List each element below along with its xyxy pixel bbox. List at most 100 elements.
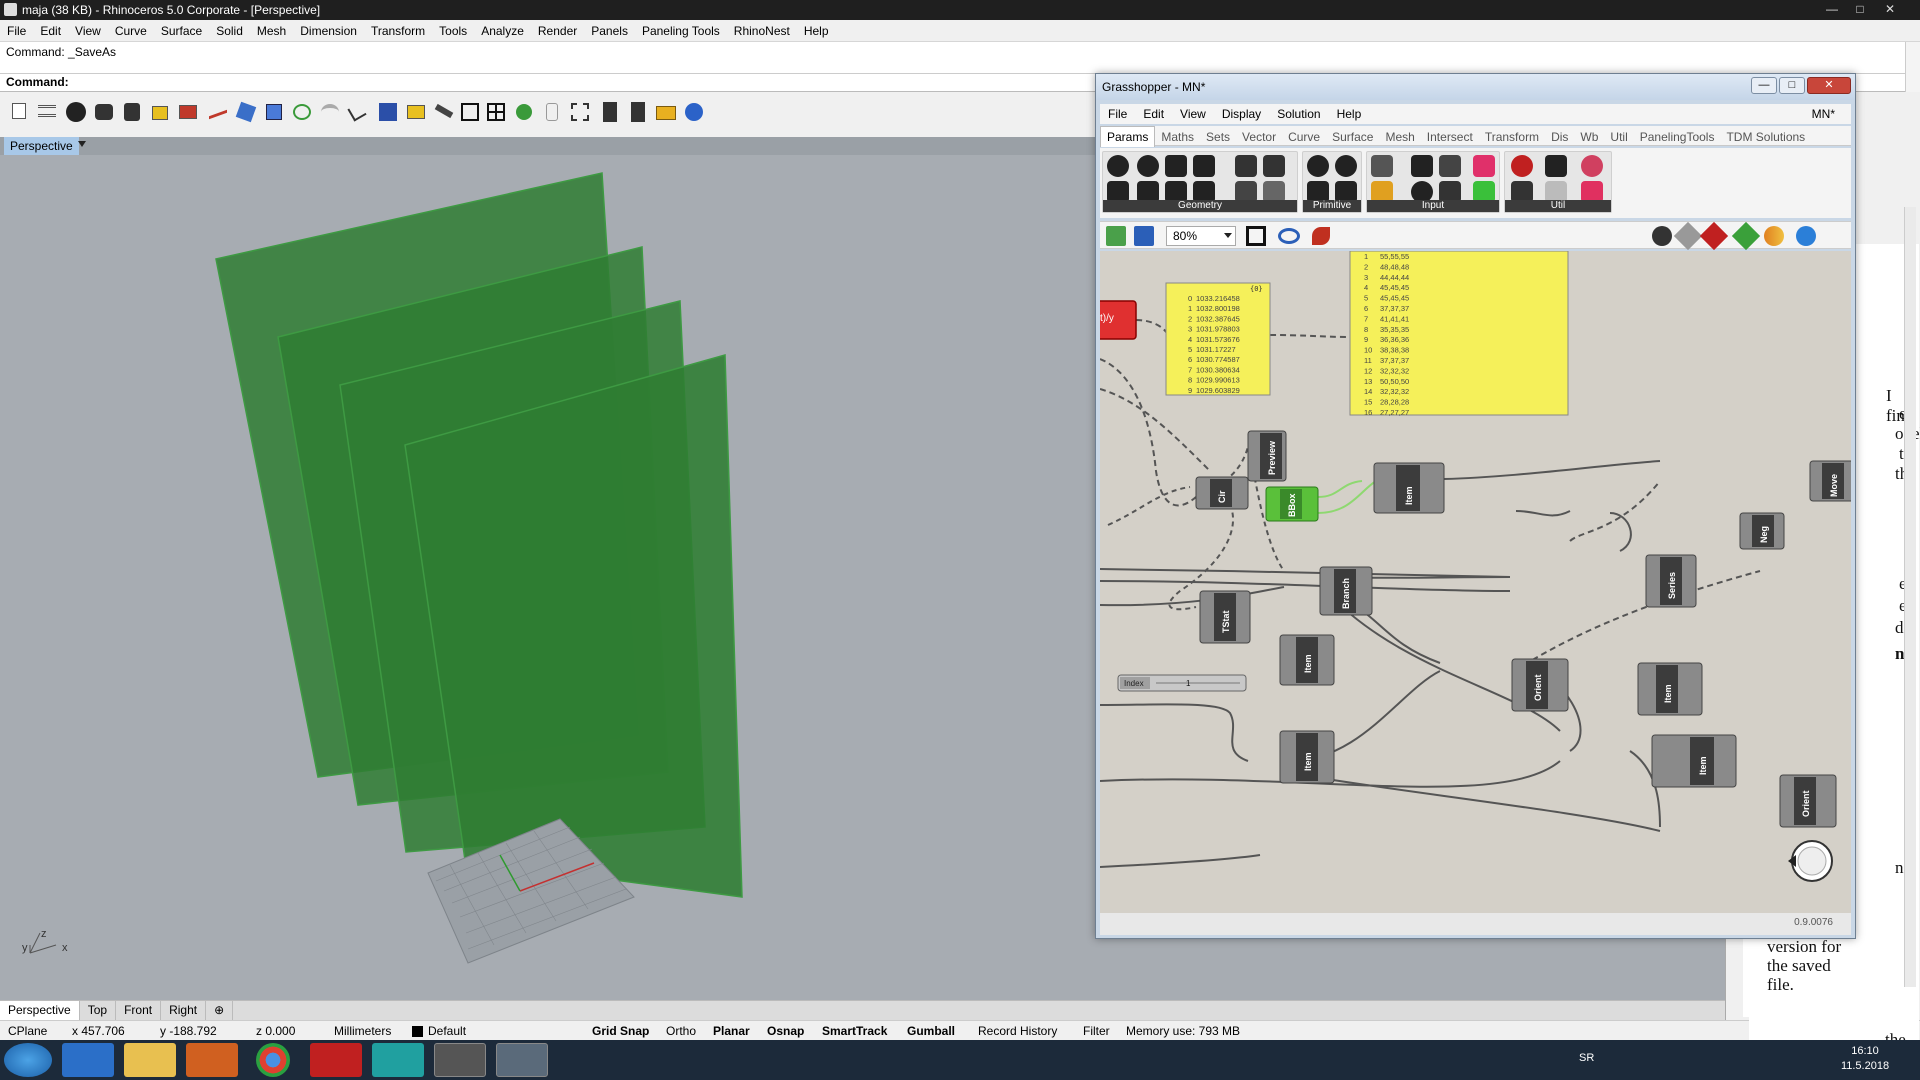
gh-tab-intersect[interactable]: Intersect [1421, 127, 1479, 147]
gh-tab-wb[interactable]: Wb [1574, 127, 1604, 147]
menu-mesh[interactable]: Mesh [250, 20, 293, 42]
selected-preview-icon[interactable] [1731, 221, 1761, 251]
menu-edit[interactable]: Edit [33, 20, 68, 42]
export-hpgl-icon[interactable] [626, 100, 650, 124]
menu-panels[interactable]: Panels [584, 20, 635, 42]
menu-transform[interactable]: Transform [364, 20, 432, 42]
gh-tab-sets[interactable]: Sets [1200, 127, 1236, 147]
pan-icon[interactable] [92, 100, 116, 124]
gh-tab-mesh[interactable]: Mesh [1379, 127, 1420, 147]
new-file-icon[interactable] [8, 100, 32, 124]
project-icon[interactable] [346, 100, 370, 124]
tab-right[interactable]: Right [161, 1001, 207, 1020]
preview-mode-icon[interactable] [1652, 226, 1672, 246]
add-viewport-icon[interactable]: ⊕ [206, 1001, 234, 1020]
toggle-planar[interactable]: Planar [713, 1021, 750, 1041]
toggle-ortho[interactable]: Ortho [666, 1021, 696, 1041]
zoom-chevron-down-icon[interactable] [1224, 233, 1232, 238]
render-icon[interactable] [512, 100, 536, 124]
cherry-icon[interactable] [1511, 155, 1533, 177]
loft-icon[interactable] [290, 100, 314, 124]
open-file-icon[interactable] [1106, 226, 1126, 246]
toggle-grid-snap[interactable]: Grid Snap [592, 1021, 649, 1041]
app-icon[interactable] [372, 1043, 424, 1077]
text-icon[interactable] [540, 100, 564, 124]
gh-tab-params[interactable]: Params [1100, 126, 1156, 147]
gh-menu-file[interactable]: File [1100, 104, 1135, 124]
circle-param-icon[interactable] [1137, 155, 1159, 177]
help-scrollbar[interactable] [1904, 207, 1916, 987]
tray-clock[interactable]: 16:10 11.5.2018 [1835, 1044, 1895, 1074]
sweep-icon[interactable] [318, 100, 342, 124]
menu-solid[interactable]: Solid [209, 20, 250, 42]
zoom-extents-icon[interactable] [1246, 226, 1266, 246]
tab-perspective[interactable]: Perspective [0, 1001, 80, 1020]
toggle-record-history[interactable]: Record History [978, 1021, 1057, 1041]
gh-tab-util[interactable]: Util [1604, 127, 1633, 147]
save-file-icon[interactable] [1134, 226, 1154, 246]
close-button[interactable]: ✕ [1876, 0, 1904, 20]
gh-tab-panelingtools[interactable]: PanelingTools [1634, 127, 1721, 147]
status-cplane[interactable]: CPlane [8, 1021, 47, 1041]
status-units[interactable]: Millimeters [334, 1021, 391, 1041]
export-svg-icon[interactable] [598, 100, 622, 124]
gh-document-name[interactable]: MN* [1804, 104, 1843, 124]
gh-tab-tdm-solutions[interactable]: TDM Solutions [1720, 127, 1811, 147]
menu-render[interactable]: Render [531, 20, 584, 42]
rotate-view-icon[interactable] [64, 100, 88, 124]
layer-icon[interactable] [36, 100, 60, 124]
zoom-extents-icon[interactable] [568, 100, 592, 124]
bounding-box-icon[interactable] [458, 100, 482, 124]
box-icon[interactable] [262, 100, 286, 124]
gh-menu-help[interactable]: Help [1329, 104, 1370, 124]
menu-surface[interactable]: Surface [154, 20, 209, 42]
button-input-icon[interactable] [1411, 155, 1433, 177]
gh-menu-solution[interactable]: Solution [1269, 104, 1328, 124]
gh-minimize-button[interactable]: — [1751, 77, 1777, 94]
integer-param-icon[interactable] [1335, 155, 1357, 177]
chrome-icon[interactable] [256, 1043, 290, 1077]
surface-param-icon[interactable] [1193, 155, 1215, 177]
boolean-param-icon[interactable] [1307, 155, 1329, 177]
boolean-toggle-icon[interactable] [1371, 155, 1393, 177]
tab-top[interactable]: Top [80, 1001, 117, 1020]
field-param-icon[interactable] [1263, 155, 1285, 177]
media-player-icon[interactable] [186, 1043, 238, 1077]
display-sphere-icon[interactable] [1796, 226, 1816, 246]
gh-menu-edit[interactable]: Edit [1135, 104, 1172, 124]
gh-canvas[interactable]: t)/y {0} 0 1033.216458 1 1032.800198 2 1032.3… [1100, 251, 1851, 913]
gh-tab-maths[interactable]: Maths [1155, 127, 1200, 147]
data-dam-icon[interactable] [1581, 155, 1603, 177]
paint-icon[interactable] [496, 1043, 548, 1077]
gh-tab-curve[interactable]: Curve [1282, 127, 1326, 147]
tab-front[interactable]: Front [116, 1001, 162, 1020]
zoom-icon[interactable] [120, 100, 144, 124]
viewport-menu-chevron-icon[interactable] [78, 141, 86, 147]
rhino-taskbar-icon[interactable] [434, 1043, 486, 1077]
viewport-label[interactable]: Perspective [4, 137, 79, 155]
curve-tool-icon[interactable] [206, 100, 230, 124]
number-slider-icon[interactable] [1439, 155, 1461, 177]
menu-dimension[interactable]: Dimension [293, 20, 364, 42]
toggle-filter[interactable]: Filter [1083, 1021, 1110, 1041]
menu-curve[interactable]: Curve [108, 20, 154, 42]
tray-language[interactable]: SR [1579, 1052, 1594, 1064]
toggle-smarttrack[interactable]: SmartTrack [822, 1021, 887, 1041]
toggle-osnap[interactable]: Osnap [767, 1021, 804, 1041]
move-tool-icon[interactable] [176, 100, 200, 124]
menu-tools[interactable]: Tools [432, 20, 474, 42]
snap-icon[interactable] [432, 100, 456, 124]
autocad-icon[interactable] [310, 1043, 362, 1077]
gh-tab-vector[interactable]: Vector [1236, 127, 1282, 147]
gh-tab-surface[interactable]: Surface [1326, 127, 1379, 147]
status-layer[interactable]: Default [428, 1021, 466, 1041]
sketch-icon[interactable] [1312, 227, 1330, 245]
preview-eye-icon[interactable] [1278, 228, 1300, 244]
menu-rhinonest[interactable]: RhinoNest [727, 20, 797, 42]
open-folder-icon[interactable] [654, 100, 678, 124]
file-explorer-icon[interactable] [124, 1043, 176, 1077]
extrude-icon[interactable] [234, 100, 258, 124]
menu-file[interactable]: File [0, 20, 33, 42]
gh-menu-view[interactable]: View [1172, 104, 1214, 124]
gh-tab-dis[interactable]: Dis [1545, 127, 1574, 147]
